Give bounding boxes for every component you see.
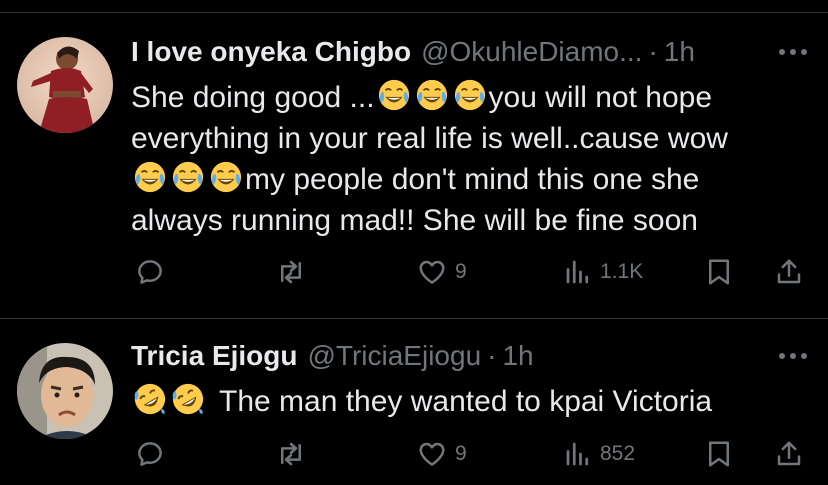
reply-button[interactable] bbox=[135, 434, 165, 474]
share-icon bbox=[777, 441, 801, 466]
reply-button[interactable] bbox=[135, 252, 165, 292]
views-button[interactable]: 852 bbox=[564, 434, 635, 474]
tweet-text-segment: you will not hope bbox=[488, 81, 713, 114]
avatar[interactable] bbox=[17, 37, 113, 133]
tweet-header: Tricia Ejiogu @TriciaEjiogu · 1h bbox=[131, 339, 808, 373]
share-icon bbox=[777, 259, 801, 284]
views-icon bbox=[566, 260, 589, 284]
like-icon bbox=[419, 442, 445, 466]
tweet-text-segment: The man they wanted to kpai Victoria bbox=[219, 385, 713, 418]
views-button[interactable]: 1.1K bbox=[564, 252, 643, 292]
separator-dot: · bbox=[648, 36, 658, 67]
joy-emoji-icon bbox=[416, 79, 447, 111]
share-button[interactable] bbox=[774, 434, 804, 474]
tweet-actions: 9 852 bbox=[131, 434, 811, 474]
tweet-text-segment: always running mad!! She will be fine so… bbox=[131, 204, 698, 237]
user-handle[interactable]: @TriciaEjiogu bbox=[307, 340, 481, 372]
tweet-text-segment: everything in your real life is well..ca… bbox=[131, 122, 728, 155]
bookmark-icon bbox=[709, 441, 729, 467]
views-icon bbox=[566, 442, 589, 466]
share-button[interactable] bbox=[774, 252, 804, 292]
joy-emoji-icon bbox=[210, 161, 242, 193]
bookmark-icon bbox=[709, 259, 729, 285]
retweet-icon bbox=[281, 442, 301, 466]
view-count: 1.1K bbox=[600, 260, 644, 283]
tweet[interactable]: Tricia Ejiogu @TriciaEjiogu · 1h The man… bbox=[0, 319, 828, 485]
rofl-emoji-icon bbox=[134, 383, 166, 415]
avatar[interactable] bbox=[17, 343, 113, 439]
tweet-text-segment: my people don't mind this one she bbox=[245, 163, 700, 196]
bookmark-button[interactable] bbox=[705, 434, 733, 474]
timestamp[interactable]: 1h bbox=[664, 36, 695, 68]
user-handle[interactable]: @OkuhleDiamo... bbox=[421, 36, 642, 68]
retweet-button[interactable] bbox=[274, 252, 308, 292]
view-count: 852 bbox=[600, 442, 636, 465]
rofl-emoji-icon bbox=[172, 383, 204, 415]
like-icon bbox=[419, 260, 445, 284]
tweet-actions: 9 1.1K bbox=[131, 252, 811, 292]
tweet[interactable]: I love onyeka Chigbo @OkuhleDiamo... · 1… bbox=[0, 13, 828, 319]
reply-icon bbox=[138, 260, 162, 284]
separator-dot: · bbox=[487, 340, 497, 371]
reply-icon bbox=[138, 442, 162, 466]
like-count: 9 bbox=[455, 260, 467, 283]
joy-emoji-icon bbox=[172, 161, 204, 193]
bookmark-button[interactable] bbox=[705, 252, 733, 292]
joy-emoji-icon bbox=[454, 79, 485, 111]
more-icon[interactable] bbox=[772, 339, 808, 373]
display-name[interactable]: Tricia Ejiogu bbox=[131, 340, 297, 372]
joy-emoji-icon bbox=[134, 161, 166, 193]
tweet-text: The man they wanted to kpai Victoria bbox=[131, 381, 768, 422]
display-name[interactable]: I love onyeka Chigbo bbox=[131, 36, 411, 68]
tweet-header: I love onyeka Chigbo @OkuhleDiamo... · 1… bbox=[131, 35, 808, 69]
retweet-button[interactable] bbox=[274, 434, 308, 474]
joy-emoji-icon bbox=[378, 79, 409, 111]
timestamp[interactable]: 1h bbox=[502, 340, 533, 372]
more-icon[interactable] bbox=[772, 35, 808, 69]
retweet-icon bbox=[281, 260, 301, 284]
like-count: 9 bbox=[455, 442, 467, 465]
like-button[interactable]: 9 bbox=[417, 252, 467, 292]
tweet-text: She doing good ... you will not hope ever… bbox=[131, 77, 768, 241]
like-button[interactable]: 9 bbox=[417, 434, 467, 474]
tweet-text-segment: She doing good ... bbox=[131, 81, 375, 114]
